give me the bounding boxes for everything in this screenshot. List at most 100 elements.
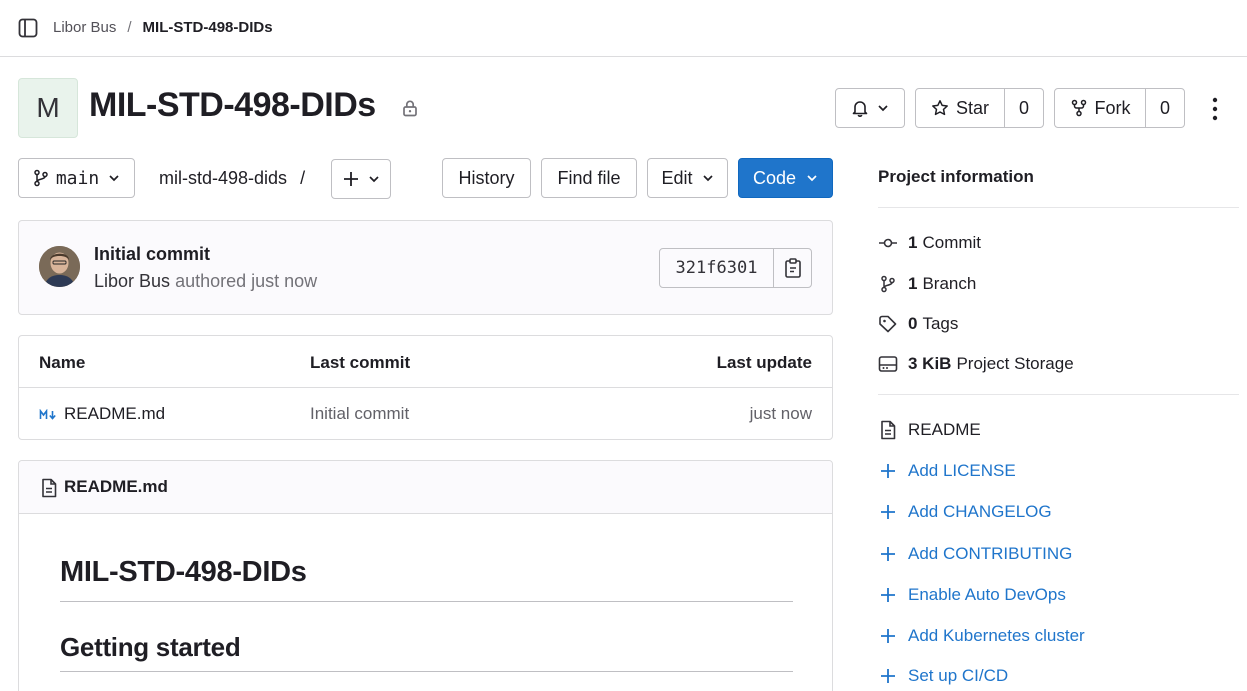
markdown-icon xyxy=(39,409,57,421)
more-actions-icon[interactable] xyxy=(1206,96,1224,122)
commit-label: Commit xyxy=(922,233,982,252)
readme-heading-2: Getting started xyxy=(60,632,241,662)
commit-sha-group: 321f6301 xyxy=(659,248,812,288)
enable-auto-devops-link[interactable]: Enable Auto DevOps xyxy=(878,585,1066,605)
avatar[interactable] xyxy=(39,246,80,287)
chevron-down-icon xyxy=(702,174,714,182)
chevron-down-icon xyxy=(806,174,818,182)
chevron-down-icon xyxy=(877,104,889,112)
set-up-ci-cd-link[interactable]: Set up CI/CD xyxy=(878,666,1008,686)
storage-size: 3 KiB xyxy=(908,354,952,373)
breadcrumb-parent[interactable]: Libor Bus xyxy=(53,19,116,36)
enable-auto-devops-label: Enable Auto DevOps xyxy=(908,585,1066,604)
commit-title[interactable]: Initial commit xyxy=(94,244,210,265)
commit-sha[interactable]: 321f6301 xyxy=(660,249,773,287)
commit-time: authored just now xyxy=(175,271,318,291)
copy-sha-button[interactable] xyxy=(773,249,811,287)
plus-icon xyxy=(878,585,898,605)
breadcrumb-current[interactable]: MIL-STD-498-DIDs xyxy=(143,19,273,36)
plus-icon xyxy=(878,626,898,646)
add-changelog-label: Add CHANGELOG xyxy=(908,502,1052,521)
add-changelog-link[interactable]: Add CHANGELOG xyxy=(878,502,1052,522)
tag-label: Tags xyxy=(922,314,959,333)
add-contributing-link[interactable]: Add CONTRIBUTING xyxy=(878,544,1072,564)
heading-divider xyxy=(60,601,793,602)
plus-icon xyxy=(878,461,898,481)
commit-icon xyxy=(878,233,898,253)
table-divider xyxy=(19,387,832,388)
notifications-button[interactable] xyxy=(835,88,905,128)
file-last-commit-link[interactable]: Initial commit xyxy=(310,404,409,424)
add-kubernetes-cluster-label: Add Kubernetes cluster xyxy=(908,626,1085,645)
file-last-update: just now xyxy=(749,404,812,423)
clipboard-icon xyxy=(784,258,802,278)
star-icon xyxy=(931,99,949,117)
tag-count: 0 xyxy=(908,314,918,333)
edit-button[interactable]: Edit xyxy=(647,158,728,198)
file-name-link[interactable]: README.md xyxy=(64,404,165,424)
sidebar-item-commits[interactable]: 1 Commit xyxy=(878,233,981,253)
readme-header: README.md xyxy=(19,461,832,514)
fork-count[interactable]: 0 xyxy=(1145,89,1184,127)
sidebar-item-tags[interactable]: 0 Tags xyxy=(878,314,958,334)
breadcrumb: Libor Bus / MIL-STD-498-DIDs xyxy=(53,19,273,36)
add-contributing-label: Add CONTRIBUTING xyxy=(908,544,1073,563)
edit-label: Edit xyxy=(661,167,693,188)
heading-divider xyxy=(60,671,793,672)
last-commit-panel: Initial commit Libor Bus authored just n… xyxy=(18,220,833,315)
plus-icon xyxy=(878,502,898,522)
add-kubernetes-cluster-link[interactable]: Add Kubernetes cluster xyxy=(878,626,1085,646)
bell-icon xyxy=(851,99,869,117)
fork-button[interactable]: Fork xyxy=(1055,89,1145,127)
sidebar-divider xyxy=(878,207,1239,208)
sidebar-item-readme[interactable]: README xyxy=(878,420,981,440)
page-title: MIL-STD-498-DIDs xyxy=(89,86,376,124)
commit-count: 1 xyxy=(908,233,918,252)
file-table: Name Last commit Last update README.md I… xyxy=(18,335,833,440)
sidebar-item-branches[interactable]: 1 Branch xyxy=(878,274,976,294)
find-file-button[interactable]: Find file xyxy=(541,158,637,198)
fork-icon xyxy=(1070,99,1088,117)
commit-author[interactable]: Libor Bus xyxy=(94,271,170,291)
sidebar-toggle-icon[interactable] xyxy=(18,18,38,38)
path-separator: / xyxy=(300,168,306,188)
star-count[interactable]: 0 xyxy=(1004,89,1043,127)
plus-icon xyxy=(878,544,898,564)
history-button[interactable]: History xyxy=(442,158,531,198)
sidebar-item-storage[interactable]: 3 KiB Project Storage xyxy=(878,354,1074,374)
add-to-tree-button[interactable] xyxy=(331,159,391,199)
chevron-down-icon xyxy=(368,175,380,183)
branch-count: 1 xyxy=(908,274,918,293)
fork-label: Fork xyxy=(1094,97,1131,118)
chevron-down-icon xyxy=(108,174,120,182)
readme-panel: README.md MIL-STD-498-DIDs Getting start… xyxy=(18,460,833,691)
branch-selector[interactable]: main xyxy=(18,158,135,198)
star-button[interactable]: Star xyxy=(916,89,1004,127)
code-label: Code xyxy=(752,167,797,188)
plus-icon xyxy=(343,171,359,187)
storage-label: Project Storage xyxy=(956,354,1074,373)
fork-button-group: Fork 0 xyxy=(1054,88,1185,128)
sidebar-divider xyxy=(878,394,1239,395)
branch-icon xyxy=(878,274,898,294)
add-license-label: Add LICENSE xyxy=(908,461,1016,480)
readme-link-label: README xyxy=(908,420,981,439)
column-header-last-commit: Last commit xyxy=(310,353,411,372)
branch-label: Branch xyxy=(922,274,977,293)
repo-path-link[interactable]: mil-std-498-dids xyxy=(159,168,287,188)
code-button[interactable]: Code xyxy=(738,158,833,198)
readme-filename[interactable]: README.md xyxy=(64,477,168,497)
commit-meta: Libor Bus authored just now xyxy=(94,271,317,292)
plus-icon xyxy=(878,666,898,686)
top-bar: Libor Bus / MIL-STD-498-DIDs xyxy=(0,0,1247,57)
set-up-ci-cd-label: Set up CI/CD xyxy=(908,666,1009,685)
project-information-title: Project information xyxy=(878,167,1034,186)
add-license-link[interactable]: Add LICENSE xyxy=(878,461,1016,481)
column-header-name: Name xyxy=(39,353,86,372)
column-header-last-update: Last update xyxy=(716,353,812,372)
star-button-group: Star 0 xyxy=(915,88,1044,128)
breadcrumb-separator: / xyxy=(127,19,132,36)
branch-icon xyxy=(33,169,49,187)
project-avatar: M xyxy=(18,78,78,138)
storage-icon xyxy=(878,354,898,374)
